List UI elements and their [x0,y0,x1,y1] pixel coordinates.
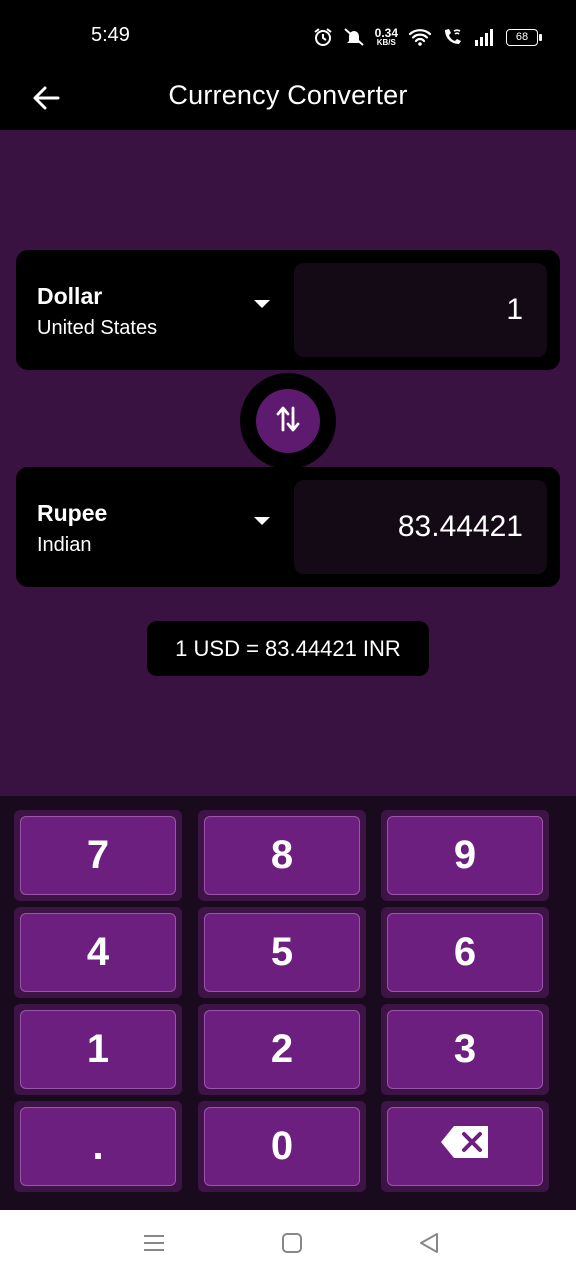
key-6[interactable]: 6 [387,913,543,992]
swap-vertical-icon [275,404,301,439]
key-2[interactable]: 2 [204,1010,360,1089]
to-currency-country: Indian [37,534,92,556]
status-icons: 0.34 KB/S 68 [313,22,542,52]
exchange-rate-label: 1 USD = 83.44421 INR [147,621,429,676]
to-currency-card: Rupee Indian 83.44421 [16,467,560,587]
key-7[interactable]: 7 [20,816,176,895]
key-cell: 5 [198,907,366,998]
key-cell: 7 [14,810,182,901]
wifi-call-icon [442,27,464,47]
backspace-key[interactable] [387,1107,543,1186]
menu-icon [143,1235,165,1258]
to-currency-name: Rupee [37,500,108,526]
key-cell: 8 [198,810,366,901]
network-speed: 0.34 KB/S [374,26,398,47]
app-bar: Currency Converter [0,72,576,130]
battery-icon: 68 [506,28,542,46]
key-cell: 6 [381,907,549,998]
system-back-button[interactable] [418,1232,440,1259]
to-amount-field[interactable]: 83.44421 [294,480,547,574]
key-5[interactable]: 5 [204,913,360,992]
home-icon [281,1233,303,1258]
dropdown-arrow-icon[interactable] [254,517,270,525]
dropdown-arrow-icon[interactable] [254,300,270,308]
key-8[interactable]: 8 [204,816,360,895]
swap-ring [240,373,336,469]
from-amount-field[interactable]: 1 [294,263,547,357]
converter-area: Dollar United States 1 Rupee Indian 83.4… [0,130,576,796]
key-cell: 9 [381,810,549,901]
mute-icon [343,27,365,47]
recent-apps-button[interactable] [143,1232,165,1259]
from-currency-name: Dollar [37,283,103,309]
key-decimal[interactable]: . [20,1107,176,1186]
key-cell: 4 [14,907,182,998]
key-3[interactable]: 3 [387,1010,543,1089]
key-cell [381,1101,549,1192]
status-bar: 5:49 0.34 KB/S 68 [0,0,576,72]
swap-button[interactable] [256,389,320,453]
back-icon [418,1233,440,1258]
alarm-icon [313,27,333,47]
from-currency-card: Dollar United States 1 [16,250,560,370]
from-currency-country: United States [37,317,158,339]
key-cell: 1 [14,1004,182,1095]
home-button[interactable] [281,1232,303,1259]
key-1[interactable]: 1 [20,1010,176,1089]
key-0[interactable]: 0 [204,1107,360,1186]
number-keypad: 7 8 9 4 5 6 1 2 3 . 0 [0,796,576,1210]
backspace-icon [440,1124,490,1170]
signal-icon [474,28,496,46]
key-9[interactable]: 9 [387,816,543,895]
system-nav-bar [0,1210,576,1280]
key-cell: 0 [198,1101,366,1192]
key-4[interactable]: 4 [20,913,176,992]
key-cell: . [14,1101,182,1192]
key-cell: 3 [381,1004,549,1095]
wifi-icon [408,27,432,47]
page-title: Currency Converter [168,80,408,110]
status-time: 5:49 [91,24,130,46]
key-cell: 2 [198,1004,366,1095]
